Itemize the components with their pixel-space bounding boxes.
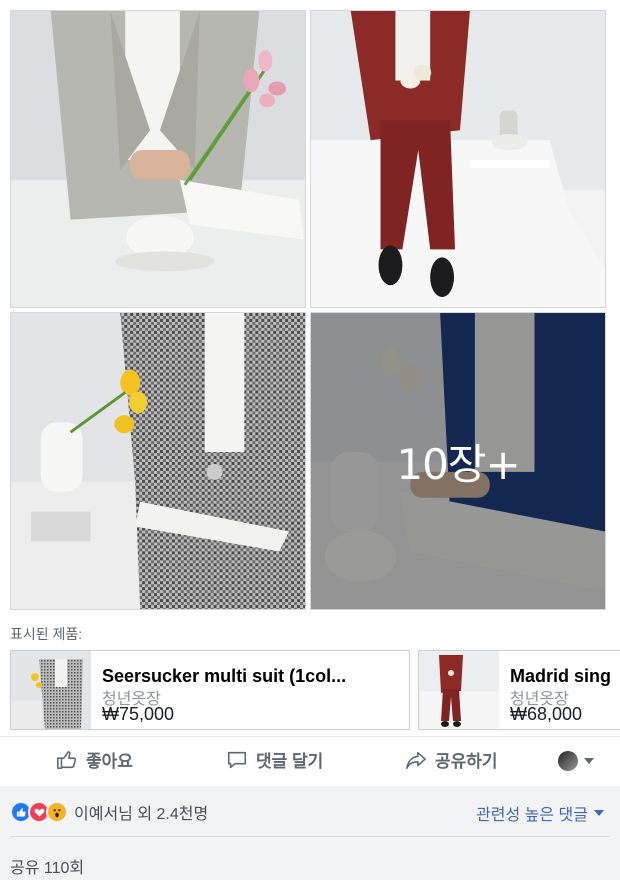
photo-2[interactable] — [310, 10, 606, 308]
share-count[interactable]: 공유 110회 — [10, 854, 84, 878]
like-label: 좋아요 — [86, 752, 133, 771]
thumbs-up-icon — [57, 750, 77, 769]
comment-icon — [227, 751, 247, 768]
photo-3[interactable] — [10, 312, 306, 610]
action-bar: 좋아요 댓글 달기 공유하기 — [0, 736, 620, 783]
share-icon — [406, 751, 426, 769]
product-carousel[interactable]: Seersucker multi suit (1col... 청년옷장 ₩75,… — [10, 650, 620, 732]
product-thumbnail — [419, 651, 499, 729]
photo-4[interactable]: 10장+ — [310, 312, 606, 610]
reactions-summary[interactable]: 이예서님 외 2.4천명 — [10, 800, 208, 824]
post-footer: 이예서님 외 2.4천명 관련성 높은 댓글 공유 110회 — [0, 786, 620, 880]
avatar — [558, 751, 578, 771]
product-name[interactable]: Madrid sing — [510, 666, 620, 687]
share-label: 공유하기 — [435, 752, 498, 771]
comment-sort-label: 관련성 높은 댓글 — [476, 807, 588, 824]
product-price: ₩75,000 — [102, 704, 175, 724]
more-photos-label: 10장+ — [396, 439, 520, 489]
comment-label: 댓글 달기 — [256, 752, 324, 771]
product-price: ₩68,000 — [510, 704, 583, 724]
like-button[interactable]: 좋아요 — [56, 747, 133, 772]
product-thumbnail — [11, 651, 91, 729]
product-card[interactable]: Seersucker multi suit (1col... 청년옷장 ₩75,… — [10, 650, 410, 730]
comment-button[interactable]: 댓글 달기 — [226, 747, 323, 772]
reactions-text[interactable]: 이예서님 외 2.4천명 — [74, 800, 208, 824]
wow-icon — [46, 801, 68, 823]
product-name[interactable]: Seersucker multi suit (1col... — [102, 666, 399, 687]
post-as-selector[interactable] — [558, 751, 594, 771]
divider — [10, 836, 610, 837]
product-card[interactable]: Madrid sing 청년옷장 ₩68,000 — [418, 650, 620, 730]
share-button[interactable]: 공유하기 — [405, 747, 498, 772]
tagged-products-label: 표시된 제품: — [10, 626, 83, 642]
chevron-down-icon — [584, 758, 594, 764]
photo-1[interactable] — [10, 10, 306, 308]
photo-grid: 10장+ — [10, 10, 608, 610]
comment-sort-dropdown[interactable]: 관련성 높은 댓글 — [476, 801, 604, 825]
chevron-down-icon — [594, 810, 604, 816]
more-photos-overlay[interactable]: 10장+ — [311, 313, 605, 609]
